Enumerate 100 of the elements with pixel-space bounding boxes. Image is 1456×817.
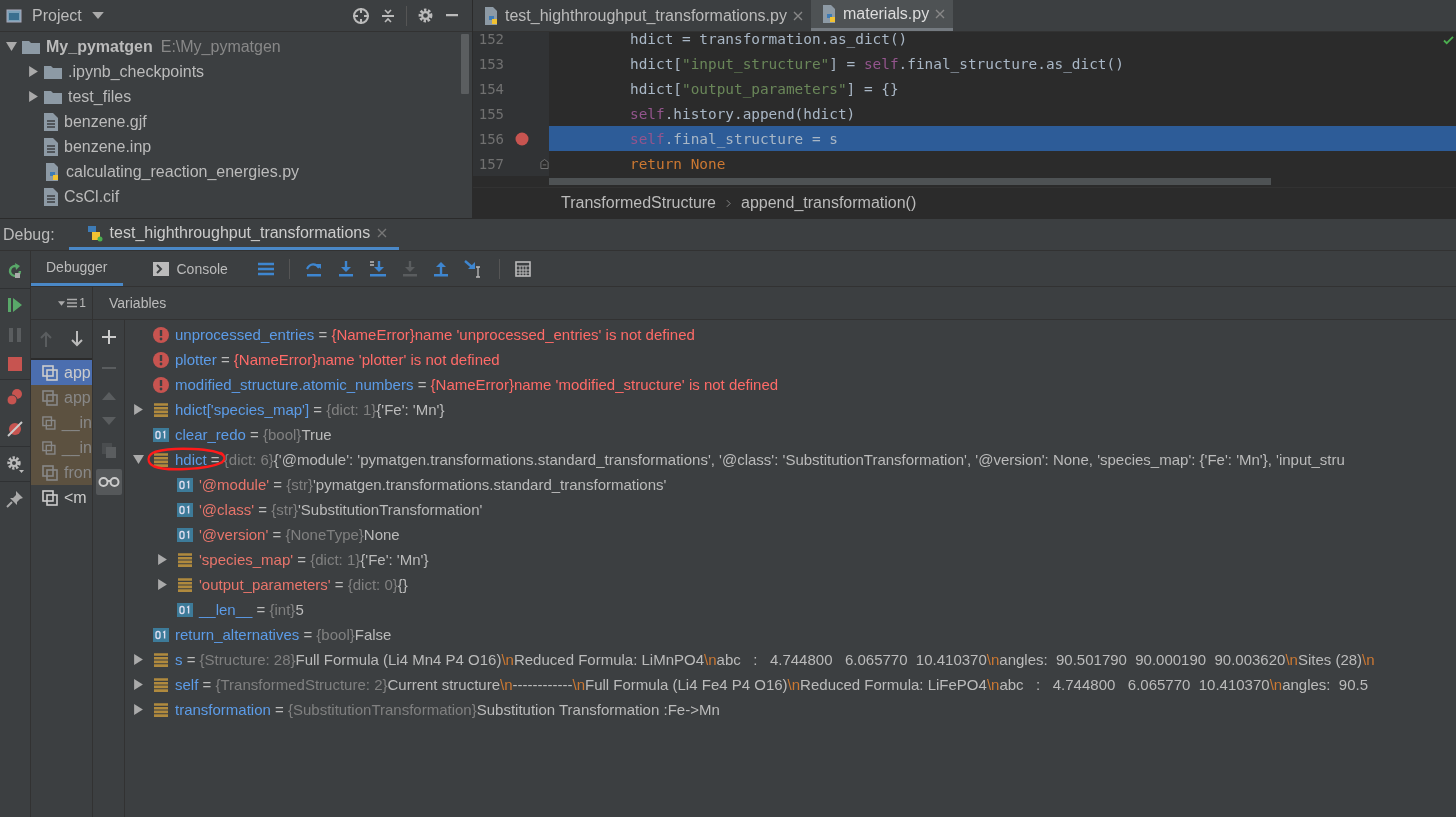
stack-frame[interactable]: <m	[31, 485, 92, 510]
variable-entry[interactable]: 'species_map' = {dict: 1}{'Fe': 'Mn'}	[199, 551, 429, 568]
collapsed-arrow-icon[interactable]	[157, 554, 168, 565]
collapsed-arrow-icon[interactable]	[27, 91, 39, 102]
project-view-dropdown[interactable]: Project	[32, 6, 82, 25]
tree-item[interactable]: CsCl.cif	[64, 187, 120, 206]
down-arrow-icon[interactable]	[69, 331, 84, 347]
calculator-icon[interactable]	[514, 260, 531, 277]
variable-entry[interactable]: unprocessed_entries = {NameError}name 'unprocessed_entries' is not defined	[175, 326, 695, 343]
collapsed-arrow-icon[interactable]	[27, 66, 39, 77]
pin-icon[interactable]	[6, 490, 24, 508]
variable-entry[interactable]: self = {TransformedStructure: 2}Current structure\n------------\nFull Formula (Li4 Fe4 P4 O16)\nReduced Formula: LiFePO4\nabc : 4.744800 6.065770 10.410370\nangles: 90.5	[175, 676, 1369, 693]
line-number: 152	[477, 32, 504, 47]
editor-tab[interactable]: materials.py	[810, 0, 954, 31]
list-icon	[153, 676, 169, 693]
collapsed-arrow-icon[interactable]	[133, 679, 144, 690]
tree-item[interactable]: test_files	[68, 87, 132, 106]
python-file-icon	[483, 6, 499, 25]
variable-entry[interactable]: modified_structure.atomic_numbers = {NameError}name 'modified_structure' is not defined	[175, 376, 779, 393]
thread-selector[interactable]: 1	[58, 296, 86, 310]
list-icon	[153, 451, 169, 468]
glasses-icon	[97, 476, 120, 488]
collapsed-arrow-icon[interactable]	[133, 404, 144, 415]
expanded-arrow-icon[interactable]	[5, 41, 17, 52]
code-line: hdict["output_parameters"] = {}	[629, 80, 899, 97]
frame-icon	[42, 489, 58, 506]
code-line: hdict["input_structure"] = self.final_structure.as_dict()	[629, 55, 1124, 72]
step-into-icon[interactable]	[337, 260, 354, 277]
line-number: 154	[477, 80, 504, 97]
frame-icon	[42, 464, 58, 481]
close-icon[interactable]	[792, 10, 803, 21]
add-icon[interactable]	[101, 330, 116, 344]
locate-icon[interactable]	[352, 6, 370, 25]
primitive-type-icon	[153, 627, 169, 642]
variable-entry[interactable]: 'output_parameters' = {dict: 0}{}	[199, 576, 408, 593]
collapsed-arrow-icon[interactable]	[157, 579, 168, 590]
tree-item[interactable]: benzene.inp	[64, 137, 152, 156]
variable-entry[interactable]: plotter = {NameError}name 'plotter' is not defined	[175, 351, 500, 368]
watches-toggle[interactable]	[95, 469, 122, 495]
file-icon	[44, 137, 58, 156]
step-into-my-code-icon[interactable]	[368, 260, 387, 277]
frame-icon	[42, 439, 56, 456]
variable-entry[interactable]: hdict = {dict: 6}{'@module': 'pymatgen.transformations.standard_transformations', '@class': 'SubstitutionTransformation', '@version': None, 'species_map': {'Fe': 'Mn'}, 'input_stru	[175, 451, 1345, 468]
session-tab[interactable]: test_highthroughput_transformations	[68, 219, 400, 250]
collapsed-arrow-icon[interactable]	[133, 704, 144, 715]
debugger-tab[interactable]: Debugger	[31, 251, 123, 286]
variable-entry[interactable]: '@module' = {str}'pymatgen.transformations.standard_transformations'	[199, 476, 667, 493]
debugger-tab[interactable]: Console	[137, 251, 243, 286]
minimize-icon[interactable]	[444, 14, 460, 17]
error-icon	[153, 326, 169, 343]
collapse-all-icon[interactable]	[380, 7, 396, 24]
frame-icon	[42, 364, 58, 381]
step-out-icon[interactable]	[432, 260, 449, 277]
debug-label: Debug:	[2, 224, 56, 245]
line-number: 157	[477, 155, 504, 172]
tree-item[interactable]: My_pymatgen	[46, 37, 153, 56]
variable-entry[interactable]: '@version' = {NoneType}None	[199, 526, 400, 543]
fold-icon[interactable]	[540, 157, 549, 170]
variable-entry[interactable]: __len__ = {int}5	[199, 601, 304, 618]
code-line: return None	[629, 155, 726, 172]
breadcrumb[interactable]: TransformedStructure	[561, 194, 716, 212]
list-icon	[153, 651, 169, 668]
variable-entry[interactable]: s = {Structure: 28}Full Formula (Li4 Mn4 P4 O16)\nReduced Formula: LiMnPO4\nabc : 4.744800 6.065770 10.410370\nangles: 90.501790 90.000190 90.003620\nSites (28)\n	[175, 651, 1375, 668]
breadcrumb[interactable]: append_transformation()	[741, 194, 917, 212]
variable-entry[interactable]: '@class' = {str}'SubstitutionTransformation'	[199, 501, 483, 518]
settings-icon[interactable]	[6, 455, 24, 473]
scrollbar-thumb[interactable]	[549, 178, 1271, 185]
breakpoints-icon[interactable]	[6, 388, 24, 406]
tree-item[interactable]: calculating_reaction_energies.py	[66, 162, 300, 181]
variable-entry[interactable]: return_alternatives = {bool}False	[175, 626, 392, 643]
folder-icon	[44, 89, 62, 104]
scrollbar-thumb[interactable]	[461, 34, 469, 94]
stack-frame[interactable]: app	[31, 360, 92, 385]
error-icon	[153, 351, 169, 368]
collapsed-arrow-icon[interactable]	[133, 654, 144, 665]
settings-icon[interactable]	[417, 7, 434, 24]
resume-icon[interactable]	[7, 297, 23, 313]
caret-icon[interactable]	[91, 12, 104, 19]
error-icon	[153, 376, 169, 393]
variable-entry[interactable]: hdict['species_map'] = {dict: 1}{'Fe': 'Mn'}	[175, 401, 445, 418]
python-file-icon	[44, 162, 60, 181]
close-icon[interactable]	[377, 228, 388, 238]
breakpoint-icon[interactable]	[515, 131, 529, 146]
line-number: 153	[477, 55, 504, 72]
list-icon	[153, 701, 169, 718]
primitive-type-icon	[177, 502, 193, 517]
variable-entry[interactable]: clear_redo = {bool}True	[175, 426, 332, 443]
project-icon	[6, 7, 22, 24]
tree-item[interactable]: benzene.gjf	[64, 112, 147, 131]
step-over-icon[interactable]	[304, 260, 323, 277]
editor-tab[interactable]: test_highthroughput_transformations.py	[473, 0, 811, 31]
mute-breakpoints-icon[interactable]	[6, 420, 24, 438]
primitive-type-icon	[177, 602, 193, 617]
tree-item[interactable]: .ipynb_checkpoints	[68, 62, 205, 81]
folder-icon	[44, 64, 62, 79]
list-icon	[177, 551, 193, 568]
rerun-icon[interactable]	[6, 262, 24, 280]
variable-entry[interactable]: transformation = {SubstitutionTransformation}Substitution Transformation :Fe->Mn	[175, 701, 720, 718]
menu-icon[interactable]	[257, 261, 274, 276]
expanded-arrow-icon[interactable]	[133, 454, 144, 465]
